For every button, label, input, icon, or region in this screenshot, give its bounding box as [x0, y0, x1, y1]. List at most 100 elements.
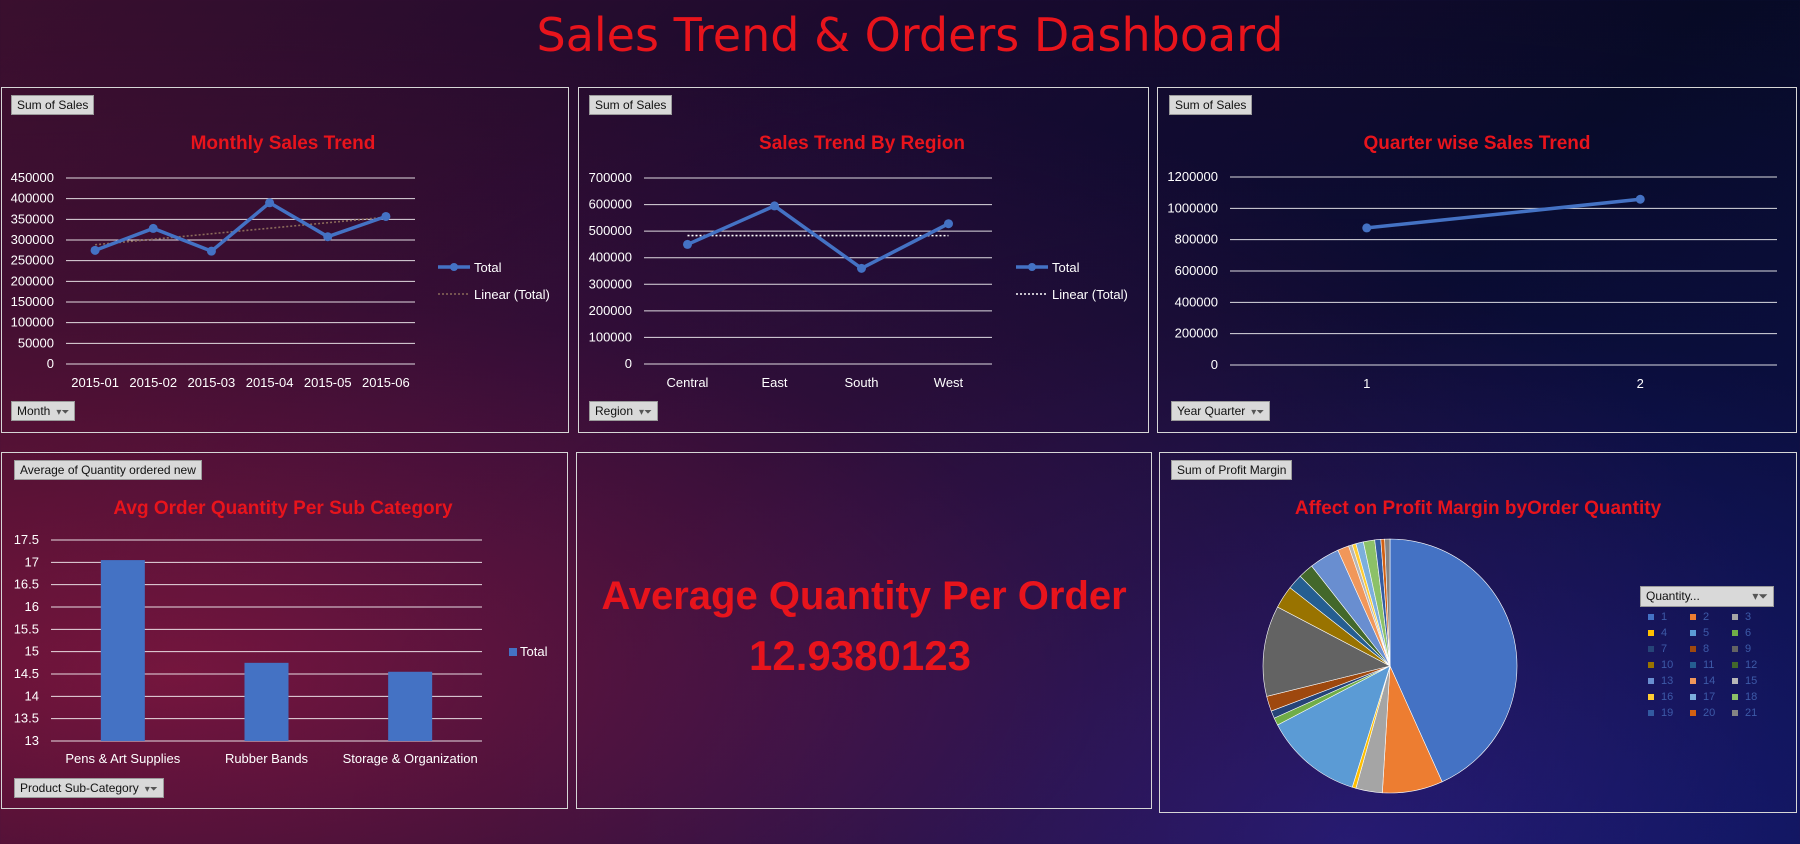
legend-label: 6 — [1745, 627, 1752, 639]
series-line-total — [94, 200, 387, 254]
x-tick-label: 2 — [1637, 376, 1644, 390]
filter-icon: ▾⏷ — [1752, 589, 1768, 603]
axis-button-label: Year Quarter — [1177, 404, 1246, 418]
legend-label: 4 — [1661, 627, 1668, 639]
field-button-label: Average of Quantity ordered new — [20, 463, 196, 477]
legend-swatch — [1690, 678, 1696, 685]
legend-label: 17 — [1703, 691, 1716, 703]
y-tick-label: 100000 — [589, 329, 632, 344]
data-point — [857, 263, 866, 273]
x-tick-label: East — [761, 375, 787, 390]
legend-label: 21 — [1745, 707, 1758, 719]
x-tick-label: 2015-02 — [129, 375, 177, 390]
legend-label: 1 — [1661, 611, 1668, 623]
bar — [100, 560, 145, 741]
field-button-sum-of-sales[interactable]: Sum of Sales — [1169, 95, 1253, 115]
y-tick-label: 600000 — [1175, 263, 1218, 278]
field-button-sum-of-sales[interactable]: Sum of Sales — [589, 95, 673, 115]
legend-label: 7 — [1661, 643, 1668, 655]
axis-button-label: Region — [595, 404, 634, 418]
filter-icon: ▾⏷ — [56, 407, 70, 418]
chart-title-quarter: Quarter wise Sales Trend — [1363, 133, 1591, 154]
field-button-label: Sum of Sales — [595, 98, 667, 112]
y-tick-label: 50000 — [18, 335, 54, 350]
legend-item: 3 — [1732, 610, 1774, 625]
x-tick-label: Pens & Art Supplies — [65, 751, 180, 766]
legend-filter-button[interactable]: Quantity... ▾⏷ — [1640, 586, 1774, 607]
field-button-average-quantity[interactable]: Average of Quantity ordered new — [14, 460, 202, 480]
legend-label-linear: Linear (Total) — [474, 287, 550, 302]
legend-label: 15 — [1745, 675, 1758, 687]
data-point — [683, 239, 692, 249]
field-button-label: Sum of Sales — [1175, 98, 1247, 112]
data-point — [206, 246, 216, 256]
y-tick-label: 400000 — [589, 250, 632, 265]
data-point — [1635, 194, 1645, 204]
y-tick-label: 450000 — [11, 170, 54, 185]
legend-swatch — [1648, 614, 1654, 621]
y-tick-label: 15.5 — [14, 621, 39, 636]
legend-item: 6 — [1732, 626, 1774, 641]
legend-label: 3 — [1745, 611, 1752, 623]
legend-item: 19 — [1648, 706, 1690, 721]
legend-item: 17 — [1690, 690, 1732, 705]
axis-button-month[interactable]: Month ▾⏷ — [11, 401, 76, 421]
legend-marker — [1028, 263, 1036, 271]
y-tick-label: 1200000 — [1167, 169, 1218, 184]
legend-label: 10 — [1661, 659, 1674, 671]
legend-label: 13 — [1661, 675, 1674, 687]
y-tick-label: 0 — [47, 356, 54, 371]
series-line-total — [1366, 197, 1641, 230]
axis-button-year-quarter[interactable]: Year Quarter ▾⏷ — [1171, 401, 1271, 421]
axis-button-region[interactable]: Region ▾⏷ — [589, 401, 659, 421]
chart-profit-pie — [1262, 538, 1518, 794]
x-tick-label: 2015-01 — [71, 375, 119, 390]
data-point — [265, 198, 275, 208]
legend-swatch — [1732, 678, 1738, 685]
axis-button-product-subcategory[interactable]: Product Sub-Category ▾⏷ — [14, 778, 164, 798]
field-button-sum-of-sales[interactable]: Sum of Sales — [11, 95, 95, 115]
pie-legend: Quantity... ▾⏷ 1 2 3 4 5 6 7 8 9 10 11 12 13 14 15 16 17 1… — [1640, 586, 1774, 721]
legend-label: 9 — [1745, 643, 1752, 655]
y-tick-label: 400000 — [11, 191, 54, 206]
legend-label: 16 — [1661, 691, 1674, 703]
series-line-total — [686, 203, 950, 271]
legend-swatch-total — [509, 648, 517, 656]
y-tick-label: 14 — [25, 688, 39, 703]
y-tick-label: 200000 — [589, 303, 632, 318]
axis-button-label: Product Sub-Category — [20, 781, 139, 795]
field-button-sum-of-profit-margin[interactable]: Sum of Profit Margin — [1171, 460, 1293, 480]
y-tick-label: 300000 — [589, 276, 632, 291]
y-tick-label: 1000000 — [1167, 200, 1218, 215]
legend-marker — [450, 263, 458, 271]
data-point — [1362, 223, 1372, 233]
legend-item: 4 — [1648, 626, 1690, 641]
legend-item: 21 — [1732, 706, 1774, 721]
panel-kpi — [576, 452, 1152, 809]
x-tick-label: Central — [667, 375, 709, 390]
legend-swatch — [1648, 646, 1654, 653]
legend-item: 13 — [1648, 674, 1690, 689]
legend-item: 8 — [1690, 642, 1732, 657]
legend-swatch — [1648, 710, 1654, 717]
y-tick-label: 200000 — [11, 273, 54, 288]
legend-label: 8 — [1703, 643, 1710, 655]
legend-swatch — [1648, 662, 1654, 669]
legend-item: 10 — [1648, 658, 1690, 673]
legend-swatch — [1732, 630, 1738, 637]
y-tick-label: 350000 — [11, 211, 54, 226]
legend-label: 2 — [1703, 611, 1710, 623]
legend-label-total: Total — [520, 644, 548, 659]
bar — [388, 671, 433, 741]
y-tick-label: 15 — [25, 644, 39, 659]
data-point — [944, 219, 953, 229]
chart-quarter-sales: 0 200000 400000 600000 800000 1000000 1200000 1… — [1167, 169, 1777, 390]
y-tick-label: 16.5 — [14, 577, 39, 592]
y-tick-label: 13.5 — [14, 711, 39, 726]
y-tick-label: 600000 — [589, 197, 632, 212]
legend-swatch — [1732, 710, 1738, 717]
legend-item: 20 — [1690, 706, 1732, 721]
y-tick-label: 17.5 — [14, 532, 39, 547]
legend-swatch — [1690, 710, 1696, 717]
legend-swatch — [1732, 646, 1738, 653]
